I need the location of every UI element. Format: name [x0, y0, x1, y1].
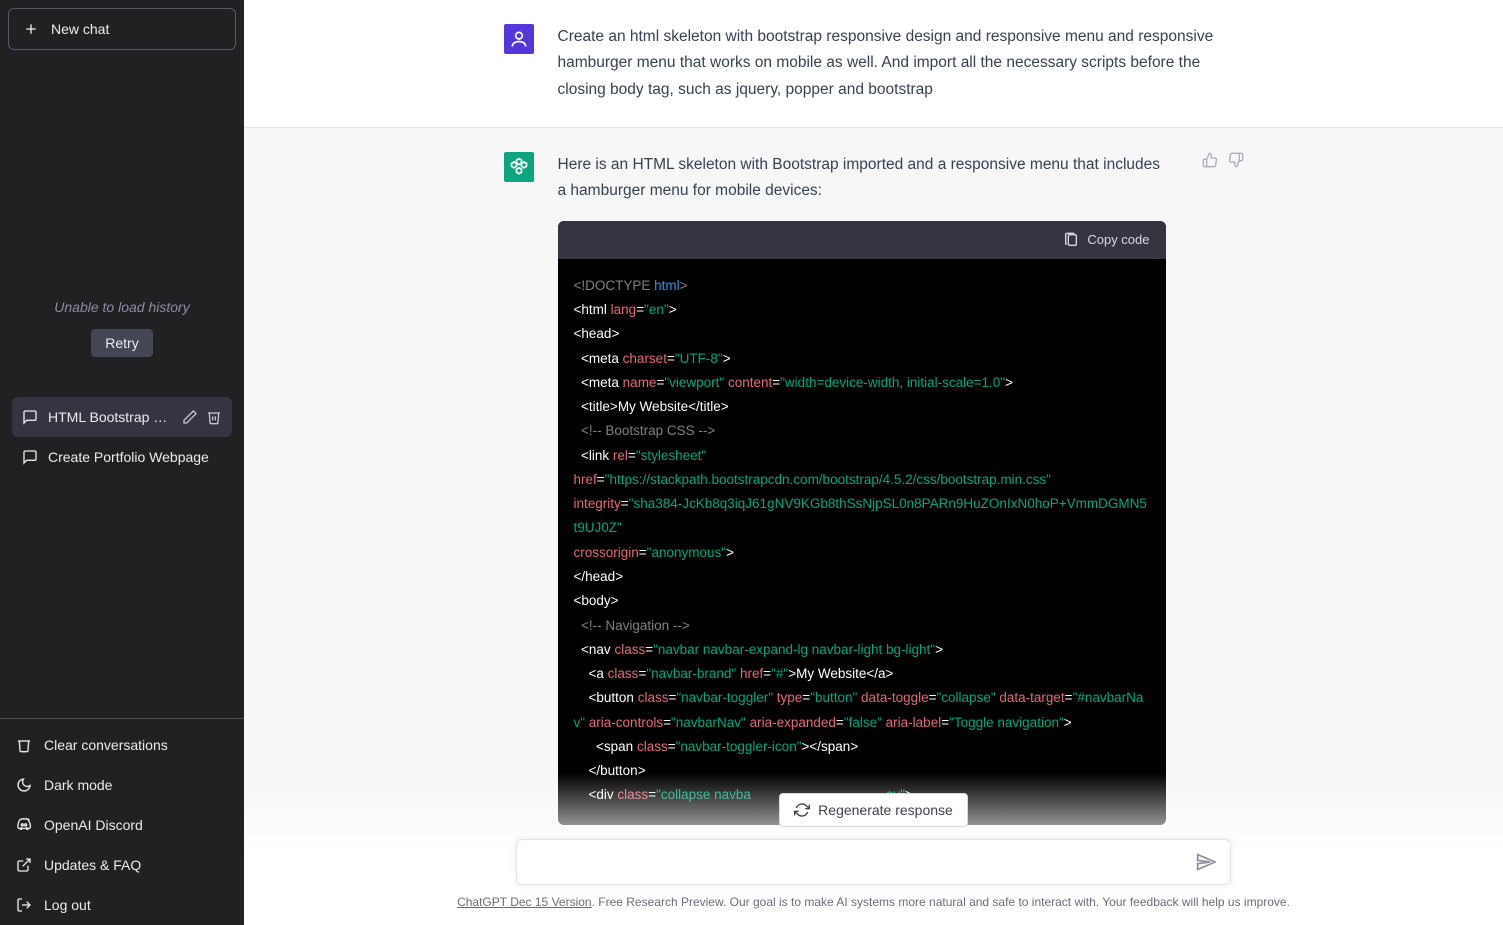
bottom-area: Regenerate response ChatGPT Dec 15 Versi…	[244, 773, 1503, 925]
conversation-list: HTML Bootstrap Skelet Create Portfolio W…	[8, 397, 236, 477]
main-content: Create an html skeleton with bootstrap r…	[244, 0, 1503, 925]
user-message-text: Create an html skeleton with bootstrap r…	[558, 24, 1244, 103]
assistant-avatar	[504, 152, 534, 182]
external-link-icon	[16, 857, 32, 873]
openai-icon	[509, 157, 529, 177]
new-chat-label: New chat	[51, 21, 109, 37]
conversation-item[interactable]: HTML Bootstrap Skelet	[12, 397, 232, 437]
thumbs-down-icon[interactable]	[1228, 152, 1244, 168]
person-icon	[509, 29, 529, 49]
message-input-container	[516, 839, 1231, 885]
message-input[interactable]	[531, 854, 1196, 871]
conversation-title: Create Portfolio Webpage	[48, 449, 222, 465]
clear-conversations[interactable]: Clear conversations	[8, 725, 236, 765]
version-link[interactable]: ChatGPT Dec 15 Version	[457, 895, 592, 909]
plus-icon	[23, 21, 39, 37]
trash-icon	[16, 737, 32, 753]
footer: ChatGPT Dec 15 Version. Free Research Pr…	[244, 895, 1503, 915]
conversation-title: HTML Bootstrap Skelet	[48, 409, 172, 425]
user-avatar	[504, 24, 534, 54]
edit-icon[interactable]	[182, 409, 198, 425]
user-message: Create an html skeleton with bootstrap r…	[244, 0, 1503, 128]
copy-code-button[interactable]: Copy code	[558, 221, 1166, 259]
history-error: Unable to load history	[54, 299, 189, 315]
updates-faq[interactable]: Updates & FAQ	[8, 845, 236, 885]
send-icon[interactable]	[1196, 852, 1216, 872]
moon-icon	[16, 777, 32, 793]
openai-discord[interactable]: OpenAI Discord	[8, 805, 236, 845]
new-chat-button[interactable]: New chat	[8, 8, 236, 50]
retry-button[interactable]: Retry	[91, 329, 152, 357]
conversation-item[interactable]: Create Portfolio Webpage	[12, 437, 232, 477]
code-block: Copy code <!DOCTYPE html> <html lang="en…	[558, 221, 1166, 825]
chat-icon	[22, 449, 38, 465]
trash-icon[interactable]	[206, 409, 222, 425]
dark-mode[interactable]: Dark mode	[8, 765, 236, 805]
refresh-icon	[794, 802, 810, 818]
logout-icon	[16, 897, 32, 913]
chat-icon	[22, 409, 38, 425]
sidebar: New chat Unable to load history Retry HT…	[0, 0, 244, 925]
clipboard-icon	[1063, 232, 1079, 248]
footer-text: . Free Research Preview. Our goal is to …	[592, 895, 1290, 909]
thumbs-up-icon[interactable]	[1202, 152, 1218, 168]
discord-icon	[16, 817, 32, 833]
regenerate-button[interactable]: Regenerate response	[779, 793, 968, 827]
assistant-message: Here is an HTML skeleton with Bootstrap …	[244, 128, 1503, 849]
code-content[interactable]: <!DOCTYPE html> <html lang="en"> <head> …	[558, 259, 1166, 825]
log-out[interactable]: Log out	[8, 885, 236, 925]
assistant-message-text: Here is an HTML skeleton with Bootstrap …	[558, 152, 1166, 205]
